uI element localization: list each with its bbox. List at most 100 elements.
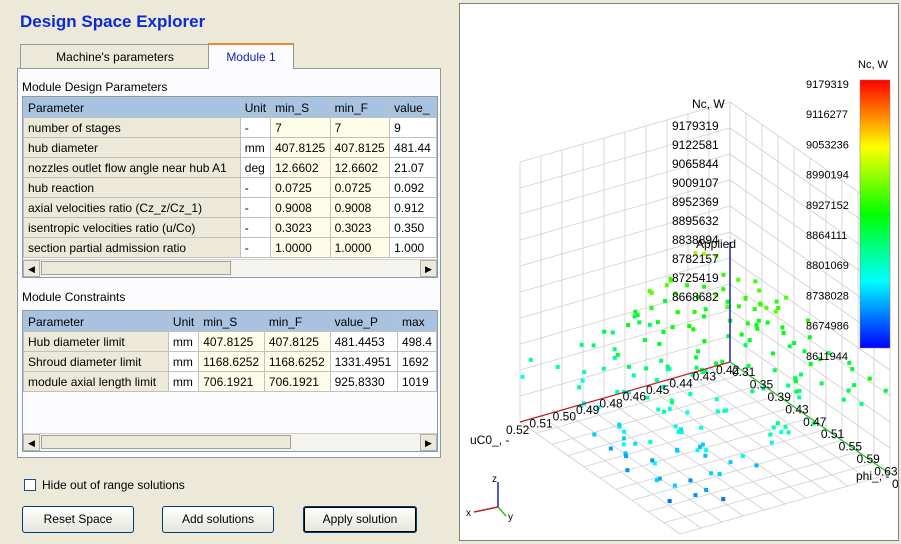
data-point bbox=[747, 338, 752, 343]
table-cell[interactable]: 0.9008 bbox=[270, 197, 331, 218]
table-row[interactable]: hub reaction -0.0725 0.0725 0.092 bbox=[23, 177, 437, 198]
table-cell[interactable]: 0.0725 bbox=[270, 177, 331, 198]
apply-solution-button[interactable]: Apply solution bbox=[303, 506, 417, 533]
table-cell[interactable]: 1.0000 bbox=[329, 237, 391, 258]
scroll-left-arrow-icon[interactable]: ◀ bbox=[23, 260, 40, 277]
constraints-grid[interactable]: Parameter Unit min_S min_F value_P max Hub di… bbox=[22, 310, 438, 452]
constraints-header-2[interactable]: min_S bbox=[198, 311, 265, 332]
add-solutions-button[interactable]: Add solutions bbox=[162, 506, 274, 533]
design-params-grid[interactable]: Parameter Unit min_S min_F value_ number of … bbox=[22, 96, 438, 278]
colorbar-tick-label: 8801069 bbox=[806, 260, 849, 272]
table-cell[interactable]: 706.1921 bbox=[198, 371, 265, 392]
table-cell: number of stages bbox=[23, 117, 241, 138]
table-cell[interactable]: 1692 bbox=[396, 351, 437, 372]
scroll-left-arrow-icon[interactable]: ◀ bbox=[23, 434, 40, 451]
data-point bbox=[622, 429, 627, 434]
data-point bbox=[784, 295, 789, 300]
table-cell[interactable]: 0.350 bbox=[389, 217, 437, 238]
table-row[interactable]: nozzles outlet flow angle near hub A1 deg… bbox=[23, 157, 437, 178]
x-tick-label: 0.46 bbox=[623, 390, 647, 404]
table-cell[interactable]: 0.9008 bbox=[329, 197, 391, 218]
data-point bbox=[669, 398, 674, 403]
table-cell: mm bbox=[239, 137, 272, 158]
table-cell[interactable]: 1.0000 bbox=[270, 237, 331, 258]
table-cell[interactable]: 0.912 bbox=[389, 197, 437, 218]
constraints-hscroll[interactable]: ◀ ▶ bbox=[23, 433, 437, 451]
table-cell[interactable]: 0.092 bbox=[389, 177, 437, 198]
data-point bbox=[650, 458, 655, 463]
plot-panel[interactable]: 9179319 9122581 9065844 9009107 8952369 88956… bbox=[459, 3, 901, 541]
table-cell[interactable]: 1168.6252 bbox=[263, 351, 331, 372]
table-row[interactable]: Shroud diameter limit mm 1168.6252 1168.625… bbox=[23, 351, 437, 372]
table-cell[interactable]: 1168.6252 bbox=[198, 351, 265, 372]
table-cell: hub diameter bbox=[23, 137, 241, 158]
hide-out-of-range-checkbox[interactable] bbox=[24, 479, 36, 491]
data-point bbox=[675, 447, 680, 452]
colorbar-tick-label: 9053236 bbox=[806, 139, 849, 151]
table-cell[interactable]: 498.4 bbox=[396, 331, 437, 352]
table-cell[interactable]: 7 bbox=[329, 117, 391, 138]
constraints-header-3[interactable]: min_F bbox=[263, 311, 331, 332]
table-cell[interactable]: 407.8125 bbox=[329, 137, 391, 158]
hide-out-of-range-row[interactable]: Hide out of range solutions bbox=[24, 478, 185, 492]
scroll-thumb[interactable] bbox=[41, 435, 291, 449]
table-row[interactable]: Hub diameter limit mm 407.8125 407.8125 481.… bbox=[23, 331, 437, 352]
design_params-header-4[interactable]: value_ bbox=[389, 97, 437, 118]
table-cell[interactable]: 481.44 bbox=[389, 137, 437, 158]
data-point bbox=[758, 301, 763, 306]
data-point bbox=[702, 284, 707, 289]
design_params-header-3[interactable]: min_F bbox=[329, 97, 391, 118]
data-point bbox=[755, 326, 760, 331]
constraints-header-4[interactable]: value_P bbox=[329, 311, 398, 332]
triad-x-label: x bbox=[466, 508, 471, 519]
table-cell[interactable]: 407.8125 bbox=[198, 331, 265, 352]
table-row[interactable]: axial velocities ratio (Cz_z/Cz_1) -0.900… bbox=[23, 197, 437, 218]
table-cell[interactable]: 7 bbox=[270, 117, 331, 138]
table-cell[interactable]: 706.1921 bbox=[263, 371, 331, 392]
tab-module-1[interactable]: Module 1 bbox=[208, 43, 294, 69]
data-point bbox=[704, 487, 709, 492]
scatter-3d-plot[interactable]: 9179319 9122581 9065844 9009107 8952369 88956… bbox=[460, 4, 901, 540]
table-cell[interactable]: 0.0725 bbox=[329, 177, 391, 198]
table-cell[interactable]: 0.3023 bbox=[329, 217, 391, 238]
data-point bbox=[846, 388, 851, 393]
table-cell: deg bbox=[239, 157, 272, 178]
scroll-right-arrow-icon[interactable]: ▶ bbox=[420, 260, 437, 277]
data-point bbox=[765, 320, 770, 325]
table-cell[interactable]: 12.6602 bbox=[329, 157, 391, 178]
table-cell[interactable]: 21.07 bbox=[389, 157, 437, 178]
table-cell[interactable]: 407.8125 bbox=[263, 331, 331, 352]
tab-machines-parameters[interactable]: Machine's parameters bbox=[20, 44, 210, 68]
data-point bbox=[601, 366, 606, 371]
table-cell[interactable]: 9 bbox=[389, 117, 437, 138]
constraints-header-5[interactable]: max bbox=[396, 311, 437, 332]
table-row[interactable]: section partial admission ratio -1.0000 1.… bbox=[23, 237, 437, 258]
table-cell[interactable]: 1.000 bbox=[389, 237, 437, 258]
constraints-header-1[interactable]: Unit bbox=[167, 311, 200, 332]
table-cell[interactable]: 12.6602 bbox=[270, 157, 331, 178]
reset-space-button[interactable]: Reset Space bbox=[22, 506, 134, 533]
design_params-header-0[interactable]: Parameter bbox=[23, 97, 241, 118]
table-row[interactable]: isentropic velocities ratio (u/Co) -0.302… bbox=[23, 217, 437, 238]
design_params-header-1[interactable]: Unit bbox=[239, 97, 272, 118]
table-cell[interactable]: 407.8125 bbox=[270, 137, 331, 158]
table-cell[interactable]: 0.3023 bbox=[270, 217, 331, 238]
data-point bbox=[637, 320, 642, 325]
table-cell[interactable]: 925.8330 bbox=[329, 371, 398, 392]
table-cell: mm bbox=[167, 351, 200, 372]
table-cell[interactable]: 1019 bbox=[396, 371, 437, 392]
design_params-header-2[interactable]: min_S bbox=[270, 97, 331, 118]
table-cell[interactable]: 1331.4951 bbox=[329, 351, 398, 372]
scroll-right-arrow-icon[interactable]: ▶ bbox=[420, 434, 437, 451]
scroll-thumb[interactable] bbox=[41, 261, 231, 275]
table-row[interactable]: number of stages -7 7 9 bbox=[23, 117, 437, 138]
table-cell[interactable]: 481.4453 bbox=[329, 331, 398, 352]
design-params-hscroll[interactable]: ◀ ▶ bbox=[23, 259, 437, 277]
table-row[interactable]: hub diameter mm 407.8125 407.8125 481.44 bbox=[23, 137, 437, 158]
constraints-header-0[interactable]: Parameter bbox=[23, 311, 169, 332]
data-point bbox=[723, 408, 728, 413]
data-point bbox=[725, 305, 730, 310]
data-point bbox=[701, 314, 706, 319]
table-row[interactable]: module axial length limit mm 706.1921 706.1… bbox=[23, 371, 437, 392]
data-point bbox=[780, 325, 785, 330]
